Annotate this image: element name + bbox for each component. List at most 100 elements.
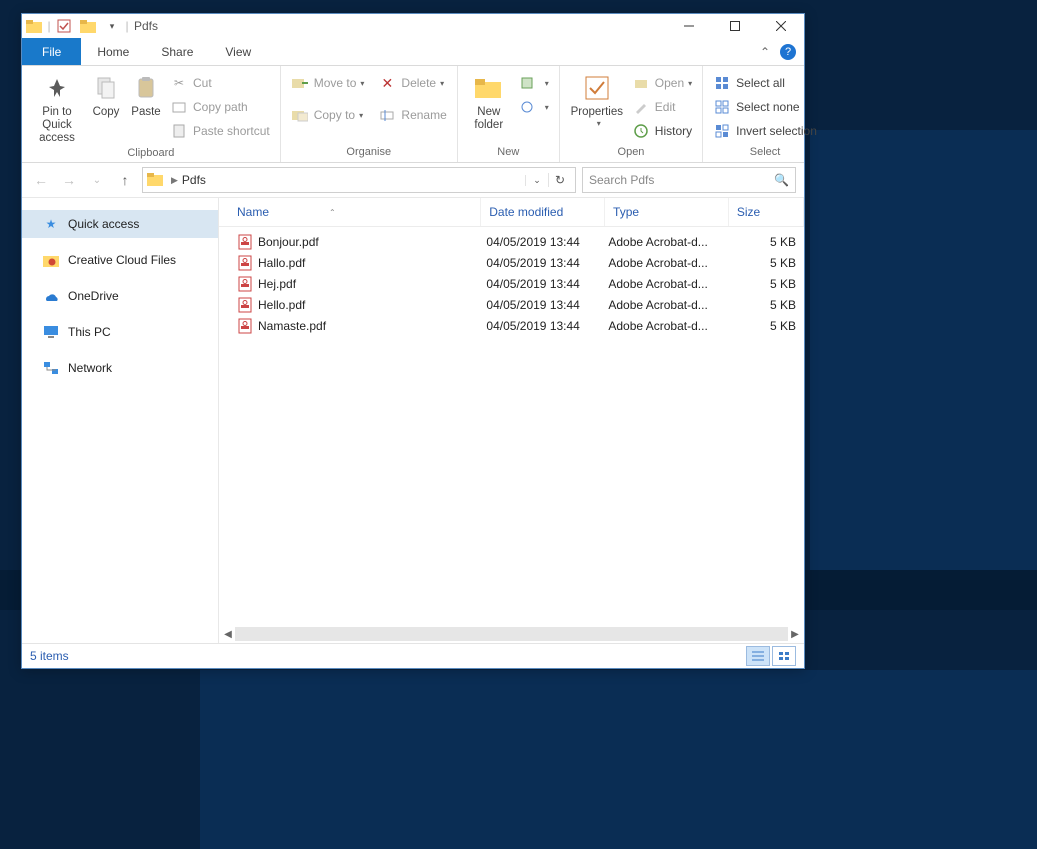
properties-button[interactable]: Properties ▾ bbox=[566, 70, 628, 128]
file-date: 04/05/2019 13:44 bbox=[478, 277, 600, 291]
close-button[interactable] bbox=[758, 14, 804, 38]
navpane-creative-cloud[interactable]: Creative Cloud Files bbox=[22, 246, 218, 274]
delete-button[interactable]: ✕Delete▾ bbox=[374, 72, 450, 94]
column-header-size[interactable]: Size bbox=[729, 198, 804, 226]
desktop-background bbox=[810, 130, 1037, 570]
invert-selection-button[interactable]: Invert selection bbox=[709, 120, 821, 142]
qat-new-folder-button[interactable] bbox=[76, 15, 100, 37]
button-label: Open bbox=[655, 76, 684, 90]
file-date: 04/05/2019 13:44 bbox=[478, 235, 600, 249]
select-none-button[interactable]: Select none bbox=[709, 96, 821, 118]
ribbon: Pin to Quick access Copy Paste ✂Cut Copy… bbox=[22, 66, 804, 163]
chevron-down-icon: ▾ bbox=[688, 79, 692, 88]
column-header-date[interactable]: Date modified bbox=[481, 198, 605, 226]
paste-shortcut-icon bbox=[170, 122, 188, 140]
rename-button[interactable]: Rename bbox=[374, 104, 450, 126]
titlebar: | ▾ | Pdfs bbox=[22, 14, 804, 38]
button-label: Edit bbox=[655, 100, 676, 114]
paste-button[interactable]: Paste bbox=[126, 70, 166, 119]
scrollbar-track[interactable] bbox=[235, 627, 788, 641]
qat-customize-button[interactable]: ▾ bbox=[100, 15, 124, 37]
tab-home[interactable]: Home bbox=[81, 38, 145, 66]
file-size: 5 KB bbox=[722, 298, 804, 312]
minimize-button[interactable] bbox=[666, 14, 712, 38]
address-bar[interactable]: ▶ Pdfs ⌄ ↻ bbox=[142, 167, 576, 193]
file-row[interactable]: Namaste.pdf04/05/2019 13:44Adobe Acrobat… bbox=[229, 315, 804, 336]
view-details-button[interactable] bbox=[746, 646, 770, 666]
cut-button[interactable]: ✂Cut bbox=[166, 72, 274, 94]
navpane-label: Quick access bbox=[68, 217, 139, 231]
navpane-onedrive[interactable]: OneDrive bbox=[22, 282, 218, 310]
back-button[interactable]: ← bbox=[30, 172, 52, 188]
chevron-down-icon: ▾ bbox=[545, 79, 549, 88]
file-explorer-window: | ▾ | Pdfs File Home Share View ⌃ ? bbox=[21, 13, 805, 669]
up-button[interactable]: ↑ bbox=[114, 172, 136, 188]
open-button[interactable]: Open ▾ bbox=[628, 72, 696, 94]
button-label: Copy bbox=[93, 106, 120, 119]
search-icon: 🔍 bbox=[774, 173, 789, 187]
file-size: 5 KB bbox=[722, 256, 804, 270]
column-header-name[interactable]: Name⌃ bbox=[229, 198, 481, 226]
file-row[interactable]: Bonjour.pdf04/05/2019 13:44Adobe Acrobat… bbox=[229, 231, 804, 252]
forward-button[interactable]: → bbox=[58, 172, 80, 188]
scroll-right-button[interactable]: ▶ bbox=[788, 629, 802, 640]
help-button[interactable]: ? bbox=[780, 44, 796, 60]
history-icon bbox=[632, 122, 650, 140]
new-folder-button[interactable]: New folder bbox=[464, 70, 514, 132]
move-to-button[interactable]: Move to▾ bbox=[287, 72, 369, 94]
paste-shortcut-button[interactable]: Paste shortcut bbox=[166, 120, 274, 142]
maximize-button[interactable] bbox=[712, 14, 758, 38]
file-row[interactable]: Hallo.pdf04/05/2019 13:44Adobe Acrobat-d… bbox=[229, 252, 804, 273]
breadcrumb-item[interactable]: Pdfs bbox=[182, 173, 206, 187]
tab-view[interactable]: View bbox=[209, 38, 267, 66]
folder-icon bbox=[22, 15, 46, 37]
delete-icon: ✕ bbox=[378, 74, 396, 92]
qat-separator: | bbox=[124, 15, 130, 37]
horizontal-scrollbar[interactable]: ◀ ▶ bbox=[219, 625, 804, 643]
scroll-left-button[interactable]: ◀ bbox=[221, 629, 235, 640]
this-pc-icon bbox=[42, 323, 60, 341]
navpane-network[interactable]: Network bbox=[22, 354, 218, 382]
sort-indicator-icon: ⌃ bbox=[329, 208, 336, 217]
pin-icon bbox=[41, 72, 73, 104]
tab-share[interactable]: Share bbox=[145, 38, 209, 66]
collapse-ribbon-button[interactable]: ⌃ bbox=[760, 45, 770, 59]
navpane-this-pc[interactable]: This PC bbox=[22, 318, 218, 346]
pin-to-quick-access-button[interactable]: Pin to Quick access bbox=[28, 70, 86, 145]
file-row[interactable]: Hello.pdf04/05/2019 13:44Adobe Acrobat-d… bbox=[229, 294, 804, 315]
file-list[interactable]: Bonjour.pdf04/05/2019 13:44Adobe Acrobat… bbox=[219, 227, 804, 625]
navpane-label: Network bbox=[68, 361, 112, 375]
open-icon bbox=[632, 74, 650, 92]
search-input[interactable]: Search Pdfs 🔍 bbox=[582, 167, 796, 193]
new-item-button[interactable]: ▾ bbox=[514, 72, 553, 94]
ribbon-group-clipboard: Pin to Quick access Copy Paste ✂Cut Copy… bbox=[22, 66, 281, 162]
copy-button[interactable]: Copy bbox=[86, 70, 126, 119]
copy-path-button[interactable]: Copy path bbox=[166, 96, 274, 118]
edit-button[interactable]: Edit bbox=[628, 96, 696, 118]
history-button[interactable]: History bbox=[628, 120, 696, 142]
tab-file[interactable]: File bbox=[22, 38, 81, 66]
recent-locations-button[interactable]: ⌄ bbox=[86, 175, 108, 186]
refresh-button[interactable]: ↻ bbox=[548, 173, 571, 187]
select-all-button[interactable]: Select all bbox=[709, 72, 821, 94]
column-headers: Name⌃ Date modified Type Size bbox=[219, 198, 804, 227]
chevron-down-icon: ▾ bbox=[359, 111, 363, 120]
status-item-count: 5 items bbox=[30, 649, 69, 663]
file-name: Namaste.pdf bbox=[258, 319, 326, 333]
address-dropdown-button[interactable]: ⌄ bbox=[525, 175, 548, 186]
navpane-label: Creative Cloud Files bbox=[68, 253, 176, 267]
copy-to-button[interactable]: Copy to▾ bbox=[287, 104, 369, 126]
column-label: Size bbox=[737, 205, 760, 219]
easy-access-button[interactable]: ▾ bbox=[514, 96, 553, 118]
tab-label: View bbox=[225, 45, 251, 59]
chevron-right-icon[interactable]: ▶ bbox=[171, 175, 178, 186]
tab-label: File bbox=[42, 45, 61, 59]
group-label: New bbox=[458, 144, 559, 162]
file-row[interactable]: Hej.pdf04/05/2019 13:44Adobe Acrobat-d..… bbox=[229, 273, 804, 294]
navpane-quick-access[interactable]: ★ Quick access bbox=[22, 210, 218, 238]
column-label: Date modified bbox=[489, 205, 563, 219]
button-label: Invert selection bbox=[736, 124, 817, 138]
qat-properties-button[interactable] bbox=[52, 15, 76, 37]
column-header-type[interactable]: Type bbox=[605, 198, 729, 226]
view-large-icons-button[interactable] bbox=[772, 646, 796, 666]
